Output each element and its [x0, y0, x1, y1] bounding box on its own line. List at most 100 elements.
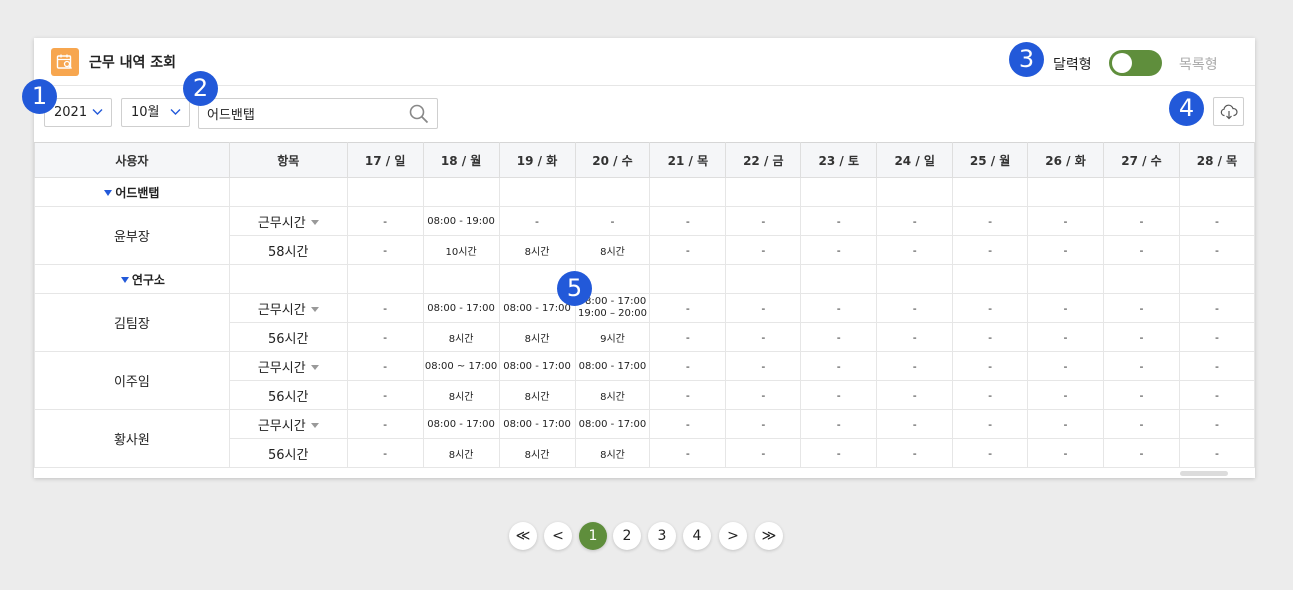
column-header: 26 / 화 — [1027, 142, 1104, 178]
work-hours-dropdown[interactable]: 근무시간 — [228, 351, 348, 381]
hours-cell: - — [1178, 322, 1256, 352]
hours-cell: 8시간 — [498, 322, 576, 352]
time-cell[interactable]: - — [1027, 351, 1104, 381]
horizontal-scrollbar[interactable] — [1180, 471, 1228, 476]
time-cell[interactable]: - — [800, 351, 878, 381]
time-cell[interactable]: - — [952, 409, 1029, 439]
time-cell[interactable]: - — [346, 409, 424, 439]
time-cell[interactable]: - — [952, 206, 1029, 236]
time-cell[interactable]: - — [1178, 351, 1256, 381]
time-cell[interactable]: - — [800, 206, 878, 236]
column-header: 21 / 목 — [649, 142, 727, 178]
hours-cell: - — [800, 235, 878, 265]
hours-cell: - — [1027, 380, 1104, 410]
user-name: 김팀장 — [34, 293, 230, 352]
time-cell[interactable]: - — [649, 206, 727, 236]
total-hours: 56시간 — [228, 322, 348, 352]
group-label: 어드밴탭 — [115, 185, 160, 200]
month-select[interactable]: 10월 — [121, 98, 190, 127]
column-header: 22 / 금 — [725, 142, 802, 178]
time-cell[interactable]: - — [725, 351, 802, 381]
time-cell[interactable]: 08:00 - 17:00 — [422, 293, 500, 323]
group-row-company: 어드밴탭 — [34, 177, 1256, 207]
search-icon[interactable] — [409, 104, 429, 124]
time-cell[interactable]: - — [346, 293, 424, 323]
triangle-down-icon — [310, 219, 319, 225]
callout-badge-4: 4 — [1169, 91, 1204, 126]
hours-cell: - — [725, 380, 802, 410]
time-cell[interactable]: - — [1027, 206, 1104, 236]
list-view-label[interactable]: 목록형 — [1179, 54, 1218, 74]
work-hours-dropdown[interactable]: 근무시간 — [228, 206, 348, 236]
time-cell[interactable]: - — [800, 409, 878, 439]
column-header: 18 / 월 — [422, 142, 500, 178]
view-toggle[interactable] — [1109, 50, 1162, 76]
triangle-down-icon[interactable] — [120, 276, 129, 283]
time-cell[interactable]: - — [876, 351, 954, 381]
time-cell[interactable]: - — [876, 409, 954, 439]
time-cell[interactable]: 08:00 - 17:00 — [498, 409, 576, 439]
time-cell[interactable]: 08:00 - 17:00 — [498, 351, 576, 381]
time-cell[interactable]: - — [1178, 206, 1256, 236]
time-cell[interactable]: - — [1103, 293, 1180, 323]
time-cell[interactable]: 08:00 - 17:00 — [422, 409, 500, 439]
download-button[interactable] — [1213, 97, 1244, 126]
time-cell[interactable]: - — [1178, 409, 1256, 439]
time-cell[interactable]: 08:00 - 17:00 — [574, 351, 651, 381]
time-cell[interactable]: - — [1027, 293, 1104, 323]
group-toggle-dept[interactable]: 연구소 — [34, 264, 230, 294]
time-cell[interactable]: - — [649, 351, 727, 381]
time-cell[interactable]: - — [1178, 293, 1256, 323]
callout-badge-2: 2 — [183, 71, 218, 106]
time-cell[interactable]: - — [1103, 409, 1180, 439]
page-button-4[interactable]: 4 — [683, 522, 711, 550]
page-title: 근무 내역 조회 — [89, 55, 177, 71]
work-hours-dropdown[interactable]: 근무시간 — [228, 293, 348, 323]
time-cell[interactable]: - — [649, 293, 727, 323]
hours-cell: 8시간 — [574, 380, 651, 410]
search-input[interactable] — [207, 104, 397, 122]
hours-cell: 8시간 — [574, 235, 651, 265]
time-cell[interactable]: - — [952, 351, 1029, 381]
time-cell[interactable]: 08:00 ~ 17:00 — [422, 351, 500, 381]
triangle-down-icon[interactable] — [104, 189, 113, 196]
time-cell[interactable]: - — [725, 409, 802, 439]
time-cell[interactable]: - — [498, 206, 576, 236]
first-page-button[interactable]: ≪ — [509, 522, 537, 550]
time-cell[interactable]: - — [952, 293, 1029, 323]
hours-cell: - — [876, 380, 954, 410]
table-row: 이주임 근무시간 - 08:00 ~ 17:00 08:00 - 17:00 0… — [34, 351, 1256, 410]
column-header: 20 / 수 — [574, 142, 651, 178]
hours-cell: - — [346, 322, 424, 352]
time-cell[interactable]: - — [725, 293, 802, 323]
time-cell[interactable]: - — [346, 351, 424, 381]
hours-cell: - — [725, 235, 802, 265]
next-page-button[interactable]: > — [719, 522, 747, 550]
prev-page-button[interactable]: < — [544, 522, 572, 550]
hours-cell: - — [952, 235, 1029, 265]
page-button-2[interactable]: 2 — [613, 522, 641, 550]
last-page-button[interactable]: ≫ — [755, 522, 783, 550]
time-cell[interactable]: 08:00 - 19:00 — [422, 206, 500, 236]
hours-cell: - — [800, 380, 878, 410]
time-cell[interactable]: - — [876, 206, 954, 236]
time-cell[interactable]: 08:00 - 17:00 — [574, 409, 651, 439]
time-cell[interactable]: - — [876, 293, 954, 323]
page-button-3[interactable]: 3 — [648, 522, 676, 550]
time-cell[interactable]: - — [1103, 206, 1180, 236]
hours-cell: - — [1027, 322, 1104, 352]
work-hours-dropdown[interactable]: 근무시간 — [228, 409, 348, 439]
time-cell[interactable]: - — [649, 409, 727, 439]
time-cell[interactable]: - — [346, 206, 424, 236]
time-cell[interactable]: - — [725, 206, 802, 236]
time-cell[interactable]: - — [1027, 409, 1104, 439]
hours-cell: 8시간 — [422, 322, 500, 352]
time-cell[interactable]: - — [800, 293, 878, 323]
hours-cell: 8시간 — [574, 438, 651, 468]
page-button-1[interactable]: 1 — [579, 522, 607, 550]
time-cell[interactable]: - — [1103, 351, 1180, 381]
calendar-view-label[interactable]: 달력형 — [1053, 54, 1092, 74]
group-toggle-company[interactable]: 어드밴탭 — [34, 177, 230, 207]
time-cell[interactable]: - — [574, 206, 651, 236]
work-table: 사용자 항목 17 / 일 18 / 월 19 / 화 20 / 수 21 / … — [34, 142, 1256, 468]
